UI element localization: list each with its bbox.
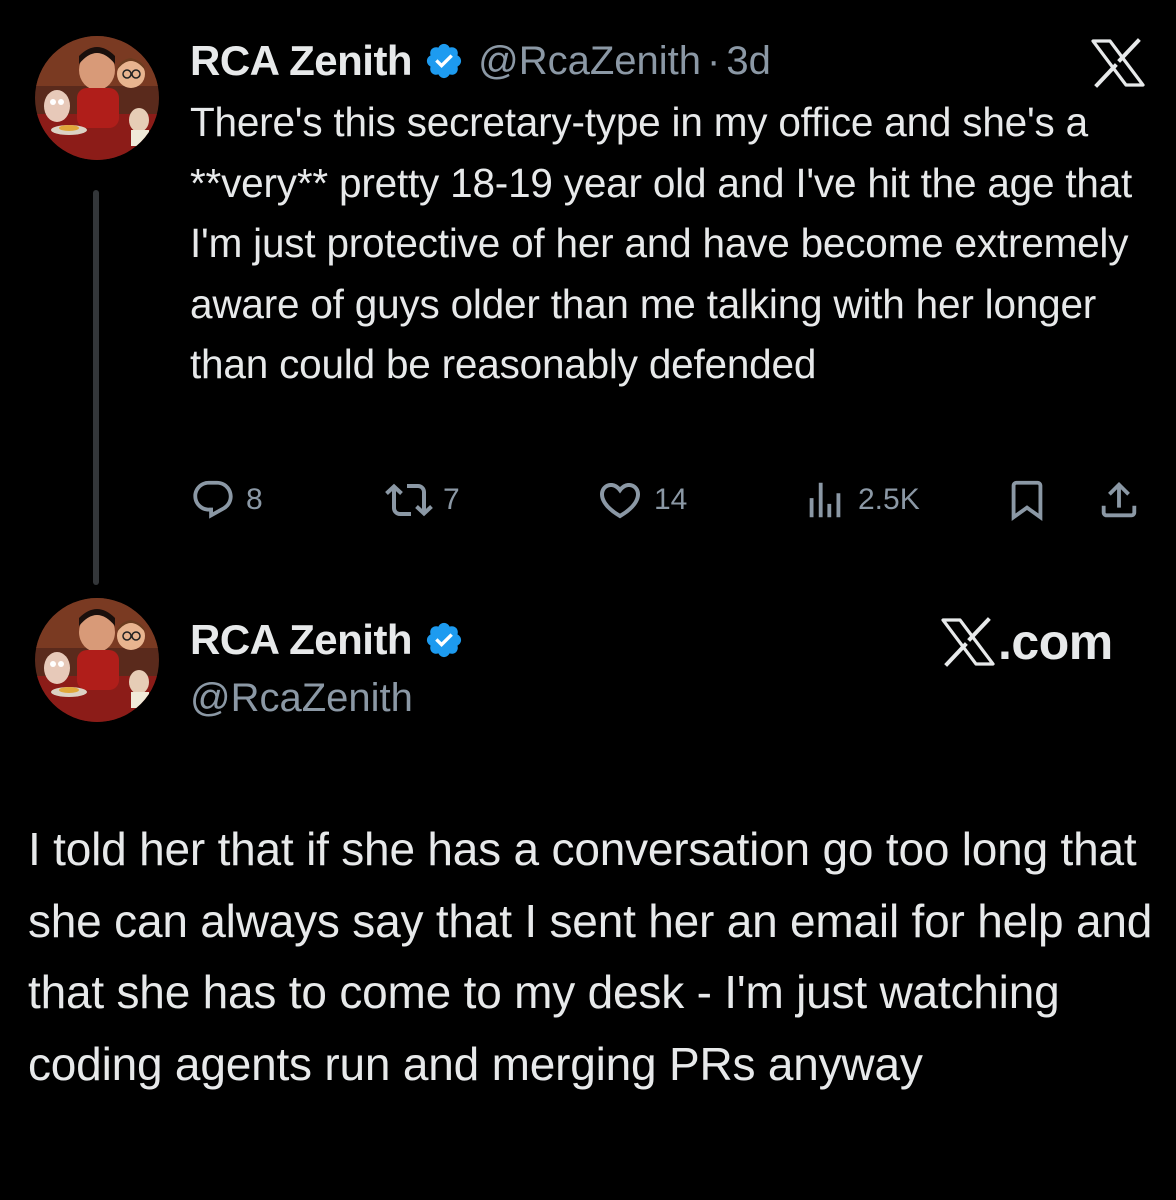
card-author-row: RCA Zenith: [190, 610, 464, 670]
views-count: 2.5K: [858, 483, 920, 516]
retweet-count: 7: [443, 483, 460, 516]
retweet-icon: [385, 483, 433, 517]
card-author-handle[interactable]: @RcaZenith: [190, 672, 413, 724]
card-author-avatar[interactable]: [35, 598, 159, 722]
reply-button[interactable]: 8: [190, 472, 263, 528]
card-author-display-name[interactable]: RCA Zenith: [190, 616, 413, 664]
views-icon: [809, 482, 841, 518]
like-icon: [599, 483, 641, 519]
tweet-actions-bar: 8 7 14 2.5K: [0, 472, 1176, 528]
tweet-text: There's this secretary-type in my office…: [190, 99, 1133, 387]
x-logo-icon: [1090, 38, 1146, 88]
x-com-brand-text: .com: [998, 614, 1113, 670]
verified-badge-icon: [424, 620, 464, 660]
author-avatar[interactable]: [35, 36, 159, 160]
bookmark-icon: [1011, 480, 1043, 521]
x-com-brand: .com: [940, 612, 1113, 672]
author-handle[interactable]: @RcaZenith: [478, 39, 701, 84]
retweet-button[interactable]: 7: [385, 472, 460, 528]
separator-dot: ·: [707, 38, 721, 83]
card-text: I told her that if she has a conversatio…: [28, 823, 1153, 1090]
reply-count: 8: [246, 483, 263, 516]
avatar-image: [35, 36, 159, 160]
x-logo-icon: [941, 617, 995, 667]
reply-icon: [193, 480, 233, 519]
bookmark-button[interactable]: [1004, 472, 1050, 528]
views-button[interactable]: 2.5K: [802, 472, 920, 528]
avatar-image: [35, 598, 159, 722]
author-display-name[interactable]: RCA Zenith: [190, 37, 413, 85]
like-count: 14: [654, 483, 688, 516]
share-button[interactable]: [1096, 472, 1142, 528]
like-button[interactable]: 14: [596, 472, 687, 528]
tweet-header: RCA Zenith @RcaZenith · 3d: [190, 30, 771, 92]
tweet-timestamp[interactable]: 3d: [726, 39, 771, 84]
share-icon: [1101, 481, 1137, 518]
verified-badge-icon: [424, 41, 464, 81]
